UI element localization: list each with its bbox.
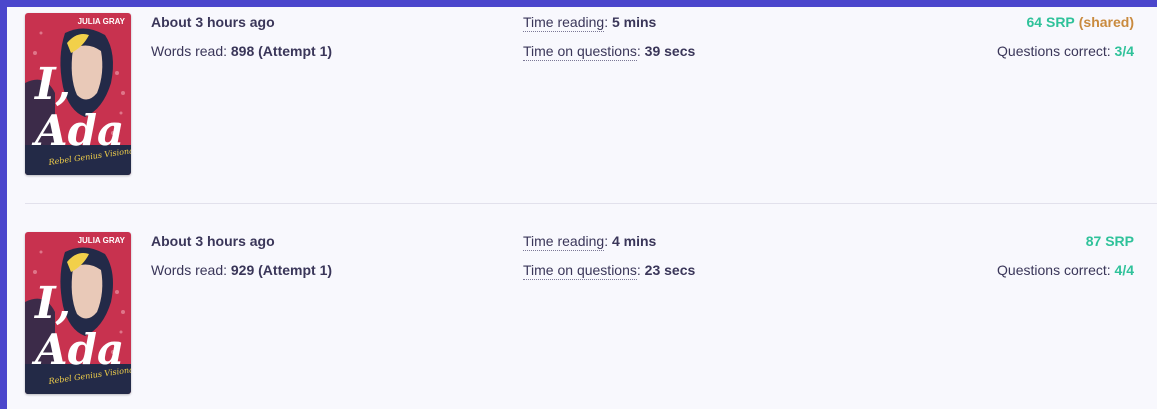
book-cover[interactable]: JULIA GRAY I, Ada Rebel Genius Visionary [25,232,131,394]
questions-correct: Questions correct: 3/4 [997,42,1134,60]
time-reading-value: 5 mins [611,14,657,30]
time-on-questions-label[interactable]: Time on questions [523,43,637,61]
time-on-questions-label[interactable]: Time on questions [523,262,637,280]
book-cover[interactable]: JULIA GRAY I, Ada Rebel Genius Visionary [25,13,131,175]
time-reading-separator: : [604,233,612,249]
srp-value: 87 SRP [1085,233,1134,249]
time-reading-label[interactable]: Time reading [523,233,605,251]
questions-correct-value: 3/4 [1114,43,1134,59]
entry-divider [25,203,1157,204]
time-on-questions: Time on questions: 23 secs [523,261,696,280]
cover-title-line-1: I, [33,59,71,110]
time-reading: Time reading: 5 mins [523,13,657,32]
words-read-label: Words read: [151,262,231,278]
time-reading-value: 4 mins [611,233,657,249]
words-read-value: 929 (Attempt 1) [230,262,333,278]
questions-correct: Questions correct: 4/4 [997,261,1134,279]
time-on-questions-value: 39 secs [644,43,696,59]
questions-correct-label: Questions correct: [997,43,1115,59]
words-read-label: Words read: [151,43,231,59]
srp-points: 64 SRP (shared) [1027,13,1134,31]
time-on-questions-value: 23 secs [644,262,696,278]
words-read: Words read: 898 (Attempt 1) [151,42,332,60]
cover-author: JULIA GRAY [78,236,126,245]
cover-author: JULIA GRAY [78,17,126,26]
cover-title-line-1: I, [33,278,71,329]
questions-correct-label: Questions correct: [997,262,1115,278]
srp-shared-note: (shared) [1078,14,1134,30]
words-read: Words read: 929 (Attempt 1) [151,261,332,279]
reading-history-panel: JULIA GRAY I, Ada Rebel Genius Visionary… [7,7,1157,409]
time-on-questions-separator: : [636,43,645,59]
cover-title-line-2: Ada [31,106,124,155]
time-ago: About 3 hours ago [151,233,275,249]
cover-title-line-2: Ada [31,325,124,374]
time-reading-separator: : [604,14,612,30]
srp-points: 87 SRP [1086,232,1134,250]
time-on-questions: Time on questions: 39 secs [523,42,696,61]
time-ago: About 3 hours ago [151,14,275,30]
srp-value: 64 SRP [1026,14,1075,30]
time-on-questions-separator: : [636,262,645,278]
reading-entry: JULIA GRAY I, Ada Rebel Genius Visionary… [7,7,1157,177]
questions-correct-value: 4/4 [1114,262,1134,278]
reading-entry: JULIA GRAY I, Ada Rebel Genius Visionary… [7,226,1157,396]
time-reading-label[interactable]: Time reading [523,14,605,32]
words-read-value: 898 (Attempt 1) [230,43,333,59]
time-reading: Time reading: 4 mins [523,232,657,251]
